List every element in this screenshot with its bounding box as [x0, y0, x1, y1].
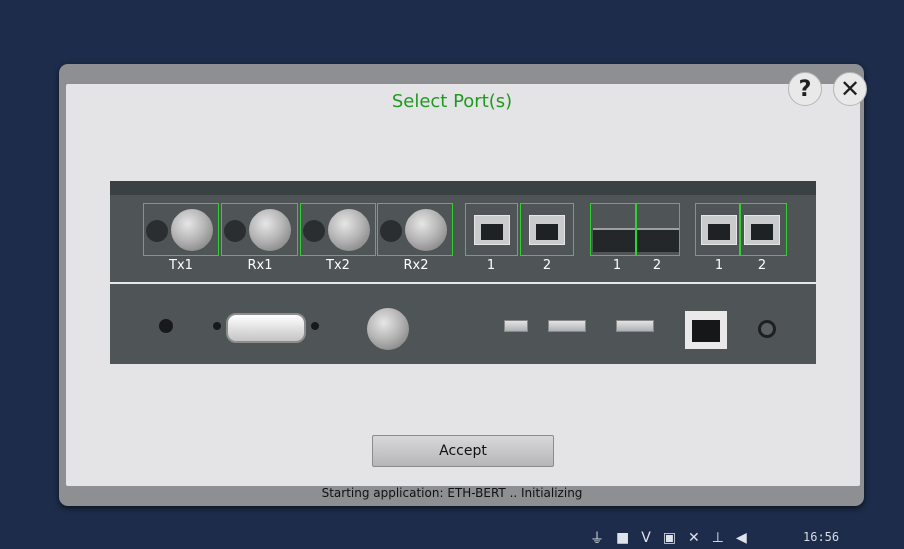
management-ethernet-icon: [685, 311, 727, 349]
ethernet-port-icon: [474, 215, 510, 245]
network-icon[interactable]: ⊥: [712, 530, 724, 546]
sfp-slot-icon: [593, 228, 635, 252]
port-rj45-b1[interactable]: [695, 203, 740, 256]
ethernet-port-icon: [701, 215, 737, 245]
port-label-rj45-b2: 2: [757, 258, 767, 273]
port-tx2[interactable]: [300, 203, 376, 256]
bnc-connector-icon: [405, 209, 447, 251]
usb-port-icon: [548, 320, 586, 332]
port-rx1[interactable]: [221, 203, 298, 256]
audio-jack-icon: [758, 320, 776, 338]
port-rx2[interactable]: [377, 203, 453, 256]
port-sfp-1[interactable]: [590, 203, 636, 256]
port-label-rx2: Rx2: [403, 258, 429, 273]
bnc-connector-icon: [171, 209, 213, 251]
bnc-socket-shadow: [146, 220, 168, 242]
plug-icon[interactable]: ⏚: [590, 528, 604, 548]
port-label-rj45-a1: 1: [486, 258, 496, 273]
port-rj45-a1[interactable]: [465, 203, 518, 256]
help-icon: ?: [798, 76, 812, 102]
storage-icon[interactable]: ■: [616, 530, 629, 546]
serial-port-icon: [226, 313, 306, 343]
port-label-tx1: Tx1: [169, 258, 193, 273]
port-label-sfp-2: 2: [652, 258, 662, 273]
panel-divider: [110, 282, 816, 284]
dialog-title: Select Port(s): [391, 91, 513, 112]
port-label-rx1: Rx1: [247, 258, 273, 273]
bnc-socket-shadow: [224, 220, 246, 242]
port-rj45-a2[interactable]: [520, 203, 574, 256]
v-icon[interactable]: V: [641, 530, 651, 546]
port-label-rj45-a2: 2: [542, 258, 552, 273]
sfp-slot-icon: [637, 228, 679, 252]
port-label-tx2: Tx2: [326, 258, 350, 273]
bnc-socket-shadow: [380, 220, 402, 242]
led-indicator-icon: [159, 319, 173, 333]
port-label-sfp-1: 1: [612, 258, 622, 273]
usb-port-icon: [616, 320, 654, 332]
ethernet-port-icon: [529, 215, 565, 245]
bnc-connector-icon: [328, 209, 370, 251]
usb-port-icon: [504, 320, 528, 332]
satellite-icon[interactable]: ✕: [688, 530, 700, 546]
screw-icon: [311, 322, 319, 330]
close-button[interactable]: ✕: [833, 72, 867, 106]
status-text: Starting application: ETH-BERT .. Initia…: [321, 486, 583, 500]
volume-icon[interactable]: ◀: [736, 530, 747, 546]
screw-icon: [213, 322, 221, 330]
system-tray: ⏚ ■ V ▣ ✕ ⊥ ◀: [590, 528, 759, 548]
close-icon: ✕: [839, 75, 861, 103]
port-tx1[interactable]: [143, 203, 219, 256]
accept-button[interactable]: Accept: [372, 435, 554, 467]
terminal-icon[interactable]: ▣: [663, 530, 676, 546]
port-rj45-b2[interactable]: [740, 203, 787, 256]
ethernet-port-icon: [744, 215, 780, 245]
clock: 16:56: [803, 530, 840, 544]
bnc-socket-shadow: [303, 220, 325, 242]
device-panel-top: [110, 181, 816, 195]
port-label-rj45-b1: 1: [714, 258, 724, 273]
help-button[interactable]: ?: [788, 72, 822, 106]
port-sfp-2[interactable]: [636, 203, 680, 256]
bnc-connector-icon: [249, 209, 291, 251]
